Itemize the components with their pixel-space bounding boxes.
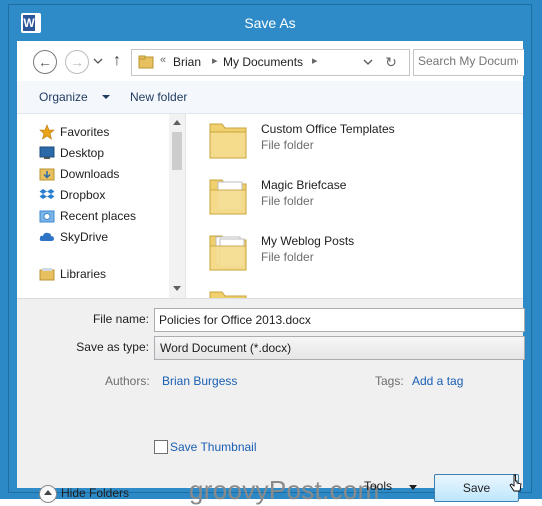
scroll-down-icon[interactable]	[173, 286, 181, 291]
file-name: My Weblog Posts	[261, 234, 355, 248]
sidebar-item-favorites[interactable]: Favorites	[17, 122, 167, 142]
save-as-type-value: Word Document (*.docx)	[160, 341, 292, 355]
file-name-input[interactable]	[159, 312, 514, 328]
sidebar-item-label: Dropbox	[60, 188, 106, 202]
breadcrumb-my-documents[interactable]: My Documents	[223, 55, 303, 69]
tools-dropdown-icon[interactable]	[409, 485, 417, 490]
star-icon	[39, 124, 55, 140]
folder-icon	[209, 123, 247, 159]
save-options-pane: File name: Save as type: Word Document (…	[17, 298, 525, 505]
sidebar-item-label: Recent places	[60, 209, 137, 223]
downloads-folder-icon	[39, 168, 55, 181]
up-one-level-button[interactable]: ↑	[113, 52, 127, 70]
tags-value[interactable]: Add a tag	[412, 374, 463, 388]
file-list: Custom Office Templates File folder Magi…	[186, 114, 523, 298]
save-thumbnail-label[interactable]: Save Thumbnail	[170, 440, 257, 454]
list-item[interactable]	[206, 284, 506, 298]
scroll-thumb[interactable]	[172, 132, 182, 170]
up-arrow-icon: ↑	[113, 52, 121, 69]
sidebar-item-label: Downloads	[60, 167, 120, 181]
tools-button[interactable]: Tools	[364, 479, 392, 493]
sidebar-item-recent-places[interactable]: Recent places	[17, 206, 167, 226]
file-type: File folder	[261, 138, 314, 152]
screenshot: W Save As ← → ↑ « Brian ▸ My Documents ▸…	[0, 0, 542, 505]
save-as-type-label: Save as type:	[76, 340, 149, 354]
save-as-type-select[interactable]: Word Document (*.docx)	[154, 336, 525, 360]
breadcrumb-separator-icon[interactable]: ▸	[212, 54, 218, 67]
file-type: File folder	[261, 250, 314, 264]
address-bar[interactable]: « Brian ▸ My Documents ▸ ↻	[131, 49, 410, 76]
hide-folders-label: Hide Folders	[61, 486, 130, 500]
sidebar-item-label: SkyDrive	[60, 230, 109, 244]
sidebar-item-desktop[interactable]: Desktop	[17, 143, 167, 163]
save-thumbnail-checkbox[interactable]	[154, 440, 168, 454]
file-name-label: File name:	[92, 312, 149, 326]
forward-button[interactable]: →	[65, 50, 89, 74]
groovypost-watermark: groovyPost.com	[189, 475, 380, 505]
list-item[interactable]: My Weblog Posts File folder	[206, 228, 506, 280]
dropbox-icon	[39, 189, 55, 199]
address-overflow[interactable]: «	[160, 54, 166, 66]
window-title: Save As	[244, 15, 296, 31]
sidebar-item-skydrive[interactable]: SkyDrive	[17, 227, 167, 247]
file-type: File folder	[261, 194, 314, 208]
file-name: Custom Office Templates	[261, 122, 395, 136]
list-item[interactable]: Magic Briefcase File folder	[206, 172, 506, 224]
save-as-dialog: W Save As ← → ↑ « Brian ▸ My Documents ▸…	[8, 4, 532, 505]
back-arrow-icon: ←	[38, 54, 52, 70]
sidebar-item-dropbox[interactable]: Dropbox	[17, 185, 167, 205]
new-folder-button[interactable]: New folder	[130, 90, 187, 104]
folder-with-documents-icon	[209, 179, 247, 215]
refresh-icon[interactable]: ↻	[382, 53, 400, 71]
navigation-bar: ← → ↑ « Brian ▸ My Documents ▸ ↻	[17, 41, 524, 81]
desktop-icon	[39, 146, 55, 159]
sidebar-item-label: Desktop	[60, 146, 105, 160]
organize-button[interactable]: Organize	[39, 90, 88, 104]
navigation-pane-scrollbar[interactable]	[169, 114, 185, 298]
breadcrumb-brian[interactable]: Brian	[173, 55, 201, 69]
file-name: Magic Briefcase	[261, 178, 347, 192]
file-name-field[interactable]	[154, 308, 525, 332]
save-button[interactable]: Save	[434, 474, 519, 502]
forward-arrow-icon: →	[70, 54, 84, 70]
command-bar: Organize New folder	[17, 81, 523, 114]
search-input[interactable]	[418, 53, 518, 69]
sidebar-item-downloads[interactable]: Downloads	[17, 164, 167, 184]
sidebar-item-label: Favorites	[60, 125, 110, 139]
skydrive-cloud-icon	[39, 232, 54, 241]
folder-icon	[209, 291, 247, 298]
address-dropdown-icon[interactable]	[360, 53, 376, 71]
scroll-up-icon[interactable]	[173, 120, 181, 125]
authors-label: Authors:	[105, 374, 150, 388]
organize-dropdown-icon[interactable]	[102, 95, 110, 99]
recent-places-icon	[39, 210, 55, 223]
authors-value[interactable]: Brian Burgess	[162, 374, 237, 388]
sidebar-item-libraries[interactable]: Libraries	[17, 264, 167, 284]
tags-label: Tags:	[375, 374, 404, 388]
collapse-up-icon	[39, 485, 57, 503]
breadcrumb-separator-icon[interactable]: ▸	[312, 54, 318, 67]
back-button[interactable]: ←	[33, 50, 57, 74]
dialog-content: ← → ↑ « Brian ▸ My Documents ▸ ↻ Search …	[17, 41, 525, 505]
folder-icon	[138, 55, 154, 69]
mouse-cursor-icon	[509, 474, 522, 492]
list-item[interactable]: Custom Office Templates File folder	[206, 116, 506, 168]
sidebar-item-label: Libraries	[60, 267, 107, 281]
navigation-pane: Favorites Desktop Downloads Dropbox Rece…	[17, 114, 186, 298]
folder-with-documents-icon	[209, 235, 247, 271]
search-box[interactable]	[413, 49, 524, 76]
libraries-icon	[39, 268, 55, 281]
title-bar[interactable]: W Save As	[9, 5, 531, 41]
recent-locations-chevron-icon[interactable]	[93, 56, 103, 66]
